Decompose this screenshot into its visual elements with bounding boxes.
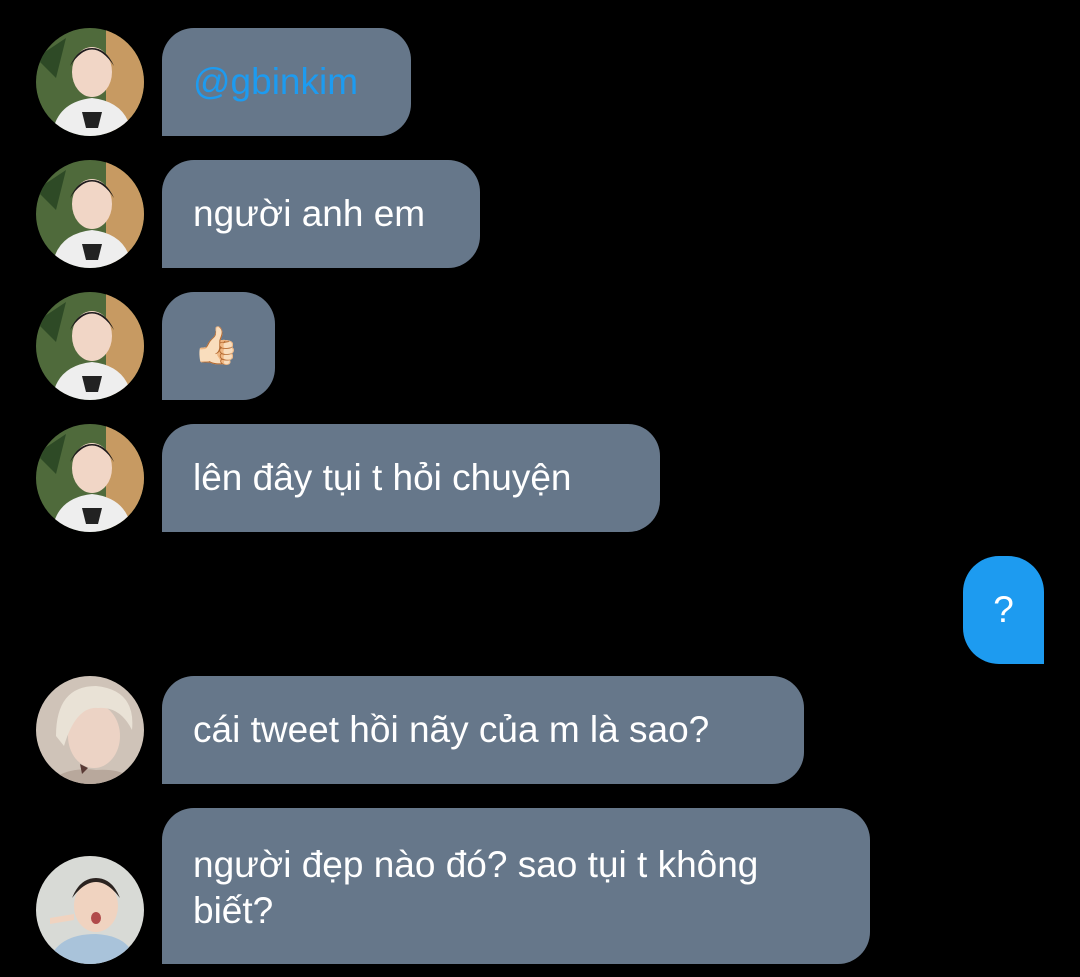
message-row: 👍🏻 — [0, 292, 1080, 400]
user-avatar[interactable] — [36, 856, 144, 964]
message-text: người đẹp nào đó? sao tụi t không biết? — [193, 844, 759, 931]
message-text: cái tweet hồi nãy của m là sao? — [193, 709, 710, 750]
user-avatar[interactable] — [36, 676, 144, 784]
thumbs-up-emoji: 👍🏻 — [193, 325, 240, 366]
user-avatar[interactable] — [36, 160, 144, 268]
message-row: cái tweet hồi nãy của m là sao? — [0, 676, 1080, 784]
message-row: người anh em — [0, 160, 1080, 268]
message-text: lên đây tụi t hỏi chuyện — [193, 457, 572, 498]
user-avatar[interactable] — [36, 424, 144, 532]
message-row: lên đây tụi t hỏi chuyện — [0, 424, 1080, 532]
incoming-message-bubble[interactable]: @gbinkim — [162, 28, 411, 136]
incoming-message-bubble[interactable]: người anh em — [162, 160, 480, 268]
mention-link[interactable]: @gbinkim — [193, 59, 358, 105]
message-text: người anh em — [193, 193, 426, 234]
message-text: ? — [993, 589, 1014, 630]
user-avatar[interactable] — [36, 292, 144, 400]
user-avatar[interactable] — [36, 28, 144, 136]
incoming-message-bubble[interactable]: lên đây tụi t hỏi chuyện — [162, 424, 660, 532]
incoming-message-bubble[interactable]: cái tweet hồi nãy của m là sao? — [162, 676, 804, 784]
outgoing-message-bubble[interactable]: ? — [963, 556, 1044, 664]
incoming-message-bubble[interactable]: 👍🏻 — [162, 292, 275, 400]
incoming-message-bubble[interactable]: người đẹp nào đó? sao tụi t không biết? — [162, 808, 870, 964]
message-row: @gbinkim — [0, 28, 1080, 136]
message-row: người đẹp nào đó? sao tụi t không biết? — [0, 808, 1080, 964]
